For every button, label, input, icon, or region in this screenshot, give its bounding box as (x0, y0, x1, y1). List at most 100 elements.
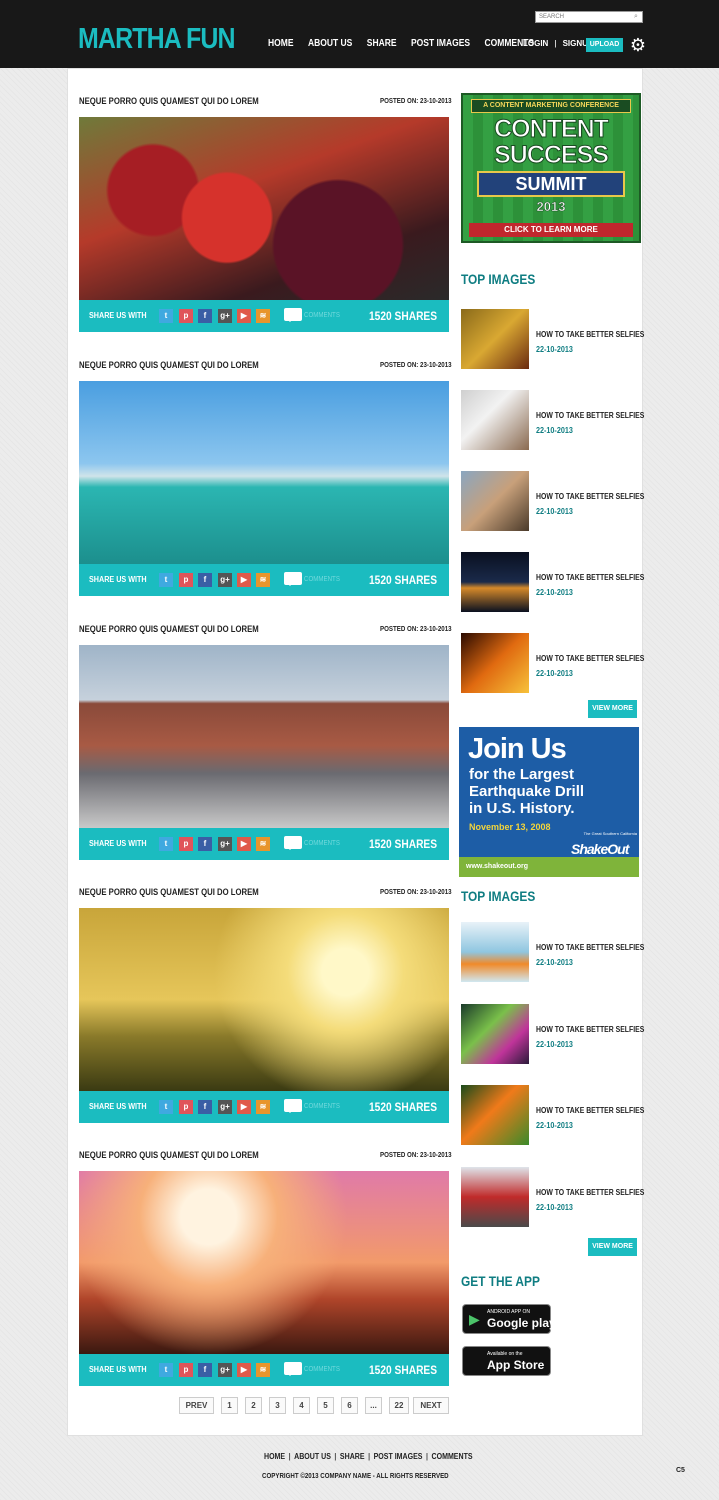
post-image[interactable] (79, 117, 449, 300)
top-image-title[interactable]: HOW TO TAKE BETTER SELFIES (536, 654, 644, 663)
nav-about-us[interactable]: ABOUT US (308, 38, 352, 49)
post-title[interactable]: NEQUE PORRO QUIS QUAMEST QUI DO LOREM (79, 96, 259, 106)
top-image-thumbnail[interactable] (461, 309, 529, 369)
ad-content-success-summit[interactable]: A CONTENT MARKETING CONFERENCE CONTENT S… (461, 93, 641, 243)
page-5-button[interactable]: 5 (317, 1397, 334, 1414)
top-image-thumbnail[interactable] (461, 633, 529, 693)
top-image-date: 22-10-2013 (536, 426, 573, 435)
comment-icon[interactable] (284, 836, 302, 850)
rss-icon[interactable]: ≋ (256, 1100, 270, 1114)
pinterest-icon[interactable]: p (179, 573, 193, 587)
twitter-icon[interactable]: t (159, 309, 173, 323)
page-2-button[interactable]: 2 (245, 1397, 262, 1414)
gear-icon[interactable]: ⚙ (628, 35, 648, 55)
footer-home[interactable]: HOME (264, 1452, 285, 1461)
nav-post-images[interactable]: POST IMAGES (411, 38, 470, 49)
post-title[interactable]: NEQUE PORRO QUIS QUAMEST QUI DO LOREM (79, 360, 259, 370)
post-image[interactable] (79, 645, 449, 828)
page-22-button[interactable]: 22 (389, 1397, 409, 1414)
post-image[interactable] (79, 381, 449, 564)
page-1-button[interactable]: 1 (221, 1397, 238, 1414)
comment-icon[interactable] (284, 572, 302, 586)
comments-link[interactable]: COMMENTS (304, 1366, 340, 1373)
footer-post-images[interactable]: POST IMAGES (374, 1452, 423, 1461)
next-button[interactable]: NEXT (413, 1397, 449, 1414)
rss-icon[interactable]: ≋ (256, 837, 270, 851)
facebook-icon[interactable]: f (198, 837, 212, 851)
comments-link[interactable]: COMMENTS (304, 312, 340, 319)
footer-share[interactable]: SHARE (340, 1452, 365, 1461)
footer-about-us[interactable]: ABOUT US (294, 1452, 331, 1461)
pinterest-icon[interactable]: p (179, 1363, 193, 1377)
top-image-title[interactable]: HOW TO TAKE BETTER SELFIES (536, 943, 644, 952)
ad-cta-button[interactable]: CLICK TO LEARN MORE (469, 223, 633, 237)
twitter-icon[interactable]: t (159, 1100, 173, 1114)
top-image-thumbnail[interactable] (461, 471, 529, 531)
top-image-thumbnail[interactable] (461, 922, 529, 982)
post-title[interactable]: NEQUE PORRO QUIS QUAMEST QUI DO LOREM (79, 624, 259, 634)
googleplus-icon[interactable]: g+ (218, 573, 232, 587)
facebook-icon[interactable]: f (198, 309, 212, 323)
upload-button[interactable]: UPLOAD (586, 38, 623, 52)
comments-link[interactable]: COMMENTS (304, 1103, 340, 1110)
youtube-icon[interactable]: ▶ (237, 309, 251, 323)
top-image-title[interactable]: HOW TO TAKE BETTER SELFIES (536, 411, 644, 420)
login-link[interactable]: LOGIN (523, 39, 548, 48)
comment-icon[interactable] (284, 308, 302, 322)
top-image-thumbnail[interactable] (461, 1004, 529, 1064)
facebook-icon[interactable]: f (198, 1363, 212, 1377)
youtube-icon[interactable]: ▶ (237, 837, 251, 851)
rss-icon[interactable]: ≋ (256, 309, 270, 323)
page-6-button[interactable]: 6 (341, 1397, 358, 1414)
top-image-title[interactable]: HOW TO TAKE BETTER SELFIES (536, 573, 644, 582)
page-3-button[interactable]: 3 (269, 1397, 286, 1414)
app-store-button[interactable]: Available on the App Store (462, 1346, 551, 1376)
pinterest-icon[interactable]: p (179, 1100, 193, 1114)
comments-link[interactable]: COMMENTS (304, 576, 340, 583)
facebook-icon[interactable]: f (198, 573, 212, 587)
top-image-title[interactable]: HOW TO TAKE BETTER SELFIES (536, 1106, 644, 1115)
top-image-thumbnail[interactable] (461, 552, 529, 612)
top-image-title[interactable]: HOW TO TAKE BETTER SELFIES (536, 330, 644, 339)
googleplus-icon[interactable]: g+ (218, 309, 232, 323)
twitter-icon[interactable]: t (159, 837, 173, 851)
top-image-thumbnail[interactable] (461, 1167, 529, 1227)
post-title[interactable]: NEQUE PORRO QUIS QUAMEST QUI DO LOREM (79, 1150, 259, 1160)
top-image-thumbnail[interactable] (461, 1085, 529, 1145)
nav-home[interactable]: HOME (268, 38, 294, 49)
post-title[interactable]: NEQUE PORRO QUIS QUAMEST QUI DO LOREM (79, 887, 259, 897)
post-image[interactable] (79, 1171, 449, 1354)
youtube-icon[interactable]: ▶ (237, 573, 251, 587)
top-image-title[interactable]: HOW TO TAKE BETTER SELFIES (536, 492, 644, 501)
view-more-button-2[interactable]: VIEW MORE (588, 1238, 637, 1256)
footer-comments[interactable]: COMMENTS (432, 1452, 473, 1461)
rss-icon[interactable]: ≋ (256, 1363, 270, 1377)
youtube-icon[interactable]: ▶ (237, 1363, 251, 1377)
facebook-icon[interactable]: f (198, 1100, 212, 1114)
pinterest-icon[interactable]: p (179, 837, 193, 851)
comment-icon[interactable] (284, 1099, 302, 1113)
top-image-title[interactable]: HOW TO TAKE BETTER SELFIES (536, 1025, 644, 1034)
top-image-thumbnail[interactable] (461, 390, 529, 450)
site-logo[interactable]: MARTHA FUN (78, 22, 236, 56)
youtube-icon[interactable]: ▶ (237, 1100, 251, 1114)
pinterest-icon[interactable]: p (179, 309, 193, 323)
search-input[interactable]: SEARCH (535, 11, 643, 23)
rss-icon[interactable]: ≋ (256, 573, 270, 587)
twitter-icon[interactable]: t (159, 573, 173, 587)
googleplus-icon[interactable]: g+ (218, 1100, 232, 1114)
googleplus-icon[interactable]: g+ (218, 837, 232, 851)
prev-button[interactable]: PREV (179, 1397, 214, 1414)
nav-share[interactable]: SHARE (367, 38, 397, 49)
page-4-button[interactable]: 4 (293, 1397, 310, 1414)
ad-shakeout[interactable]: Join Us for the Largest Earthquake Drill… (459, 727, 639, 877)
post-image[interactable] (79, 908, 449, 1091)
google-play-button[interactable]: ▶ ANDROID APP ON Google play (462, 1304, 556, 1334)
top-image-title[interactable]: HOW TO TAKE BETTER SELFIES (536, 1188, 644, 1197)
comments-link[interactable]: COMMENTS (304, 840, 340, 847)
googleplus-icon[interactable]: g+ (218, 1363, 232, 1377)
twitter-icon[interactable]: t (159, 1363, 173, 1377)
search-icon[interactable]: ⌕ (634, 12, 642, 21)
view-more-button-1[interactable]: VIEW MORE (588, 700, 637, 718)
comment-icon[interactable] (284, 1362, 302, 1376)
